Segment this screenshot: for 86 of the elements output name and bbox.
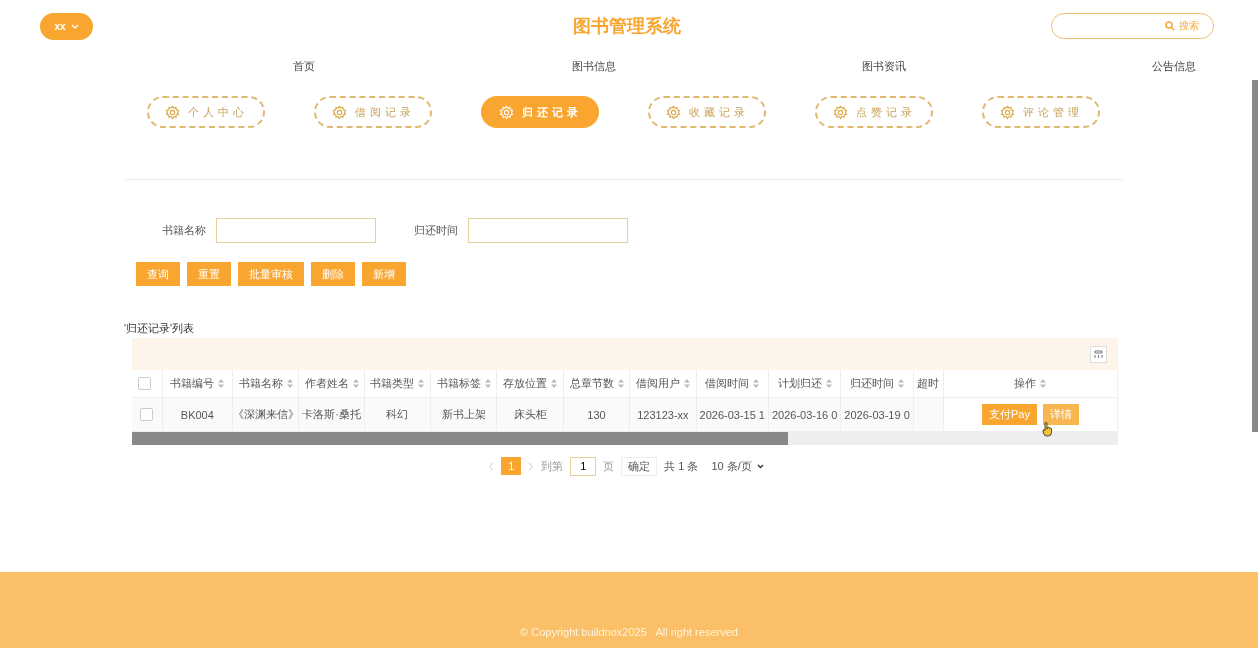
gear-icon bbox=[164, 104, 180, 120]
chevron-down-icon bbox=[756, 463, 764, 469]
table-cell: 新书上架 bbox=[441, 408, 486, 420]
tab[interactable]: 点赞记录 bbox=[815, 96, 933, 128]
sort-icon[interactable] bbox=[683, 379, 690, 388]
nav-link[interactable]: 首页 bbox=[293, 58, 315, 74]
table-cell: 2026-03-19 0 bbox=[844, 408, 910, 421]
action-button[interactable]: 查询 bbox=[136, 262, 180, 286]
sort-icon[interactable] bbox=[418, 379, 425, 388]
tab[interactable]: 收藏记录 bbox=[648, 96, 766, 128]
chevron-down-icon bbox=[70, 23, 79, 29]
site-title: 图书管理系统 bbox=[573, 15, 681, 38]
list-title: '归还记录'列表 bbox=[124, 321, 196, 336]
tab[interactable]: 评论管理 bbox=[982, 96, 1100, 128]
search-button[interactable]: 搜索 bbox=[1051, 13, 1214, 39]
table-cell: 科幻 bbox=[386, 408, 409, 420]
row-action-button[interactable]: 详情 bbox=[1042, 404, 1079, 425]
table-cell: 床头柜 bbox=[513, 408, 547, 420]
table-cell: 2026-03-16 0 bbox=[771, 408, 838, 421]
table-cell: 2026-03-15 1 bbox=[699, 408, 765, 421]
total-count: 共 1 条 bbox=[664, 458, 699, 474]
input-field[interactable] bbox=[468, 218, 628, 243]
column-header: 总章节数 bbox=[569, 377, 614, 389]
table-cell: 《深渊来信》 bbox=[233, 408, 298, 420]
action-button[interactable]: 删除 bbox=[311, 262, 355, 286]
confirm-button[interactable]: 确定 bbox=[621, 456, 658, 476]
nav-link[interactable]: 图书信息 bbox=[572, 58, 616, 74]
column-header: 书籍标签 bbox=[436, 377, 481, 389]
column-header: 超时 bbox=[917, 377, 940, 389]
sort-icon[interactable] bbox=[484, 379, 491, 388]
sort-icon[interactable] bbox=[825, 379, 832, 388]
column-header: 书籍类型 bbox=[370, 377, 415, 389]
row-action-button[interactable]: 支付Pay bbox=[981, 404, 1037, 425]
previous-page-icon[interactable] bbox=[488, 461, 495, 471]
user-menu-button[interactable]: xx bbox=[40, 12, 93, 40]
tab[interactable]: 归还记录 bbox=[481, 96, 599, 128]
horizontal-scrollbar[interactable] bbox=[132, 432, 1118, 445]
sort-icon[interactable] bbox=[1040, 379, 1047, 388]
gear-icon bbox=[331, 104, 347, 120]
action-button[interactable]: 批量审核 bbox=[238, 262, 304, 286]
sort-icon[interactable] bbox=[218, 379, 225, 388]
column-header: 归还时间 bbox=[850, 377, 895, 389]
column-header: 书籍编号 bbox=[170, 377, 215, 389]
tab[interactable]: 借阅记录 bbox=[314, 96, 432, 128]
next-page-icon[interactable] bbox=[528, 461, 535, 471]
nav-link[interactable]: 公告信息 bbox=[1152, 58, 1196, 74]
tab[interactable]: 个人中心 bbox=[147, 96, 265, 128]
column-header: 作者姓名 bbox=[304, 377, 349, 389]
hand-cursor-icon bbox=[1042, 422, 1053, 437]
input-field[interactable] bbox=[216, 218, 376, 243]
page-unit: 页 bbox=[603, 458, 615, 474]
column-header: 书籍名称 bbox=[238, 377, 283, 389]
gear-icon bbox=[498, 104, 514, 120]
search-icon bbox=[1165, 21, 1175, 31]
page-input[interactable]: 1 bbox=[570, 456, 597, 476]
sort-icon[interactable] bbox=[898, 379, 905, 388]
gear-icon bbox=[665, 104, 681, 120]
columns-icon bbox=[1094, 349, 1103, 359]
sort-icon[interactable] bbox=[551, 379, 558, 388]
field-label: 归还时间 bbox=[414, 223, 458, 238]
column-settings-button[interactable] bbox=[1090, 345, 1107, 363]
page-button[interactable]: 1 bbox=[501, 457, 522, 475]
vertical-scrollbar[interactable] bbox=[1252, 80, 1258, 432]
gear-icon bbox=[832, 104, 848, 120]
checkbox[interactable] bbox=[140, 408, 154, 422]
table-cell: 卡洛斯·桑托 bbox=[302, 408, 361, 420]
table-cell: 123123-xx bbox=[637, 408, 689, 421]
field-label: 书籍名称 bbox=[162, 223, 206, 238]
table-cell: BK004 bbox=[180, 408, 214, 421]
gear-icon bbox=[999, 104, 1015, 120]
column-header: 计划归还 bbox=[777, 377, 822, 389]
copyright-text: © Copyright buildnox2025 All right reserved bbox=[520, 626, 738, 638]
nav-link[interactable]: 图书资讯 bbox=[862, 58, 906, 74]
column-header: 操作 bbox=[1014, 377, 1037, 389]
checkbox[interactable] bbox=[138, 377, 152, 391]
sort-icon[interactable] bbox=[753, 379, 760, 388]
sort-icon[interactable] bbox=[352, 379, 359, 388]
sort-icon[interactable] bbox=[617, 379, 624, 388]
goto-label: 到第 bbox=[541, 458, 564, 474]
column-header: 存放位置 bbox=[503, 377, 548, 389]
column-header: 借阅用户 bbox=[635, 377, 680, 389]
table-cell: 130 bbox=[587, 408, 606, 421]
sort-icon[interactable] bbox=[286, 379, 293, 388]
action-button[interactable]: 重置 bbox=[187, 262, 231, 286]
column-header: 借阅时间 bbox=[705, 377, 750, 389]
action-button[interactable]: 新增 bbox=[362, 262, 406, 286]
